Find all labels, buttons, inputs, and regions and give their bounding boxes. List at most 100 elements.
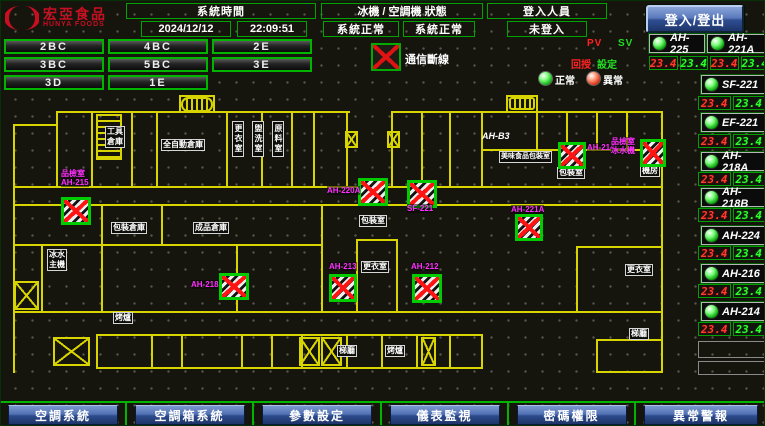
room-label: 原料室 xyxy=(272,121,284,157)
unit-ah-214[interactable]: AH-214 xyxy=(701,302,765,321)
unit-ah-224[interactable]: AH-224 xyxy=(701,226,765,245)
nav-cell: 密碼權限 xyxy=(509,401,636,426)
floor-button-4bc[interactable]: 4BC xyxy=(108,39,208,54)
disconnect-indicator xyxy=(61,197,91,225)
room-label: 盥洗室 xyxy=(252,121,264,157)
disconnect-indicator xyxy=(358,178,388,206)
wall-segment xyxy=(506,95,508,111)
unit-ef-221[interactable]: EF-221 xyxy=(701,113,765,132)
nav-hvac-system[interactable]: 空調系統 xyxy=(8,405,117,425)
floor-button-2e[interactable]: 2E xyxy=(212,39,312,54)
wall-segment xyxy=(213,95,215,111)
floor-button-2bc[interactable]: 2BC xyxy=(4,39,104,54)
abnormal-label: 異常 xyxy=(603,72,623,87)
status-led-icon xyxy=(704,77,719,92)
status-led-icon xyxy=(704,228,719,243)
wall-segment xyxy=(101,244,323,246)
nav-ahu-system[interactable]: 空調箱系統 xyxy=(135,405,245,425)
escalator-icon xyxy=(509,97,535,110)
feedback-label: 回授 xyxy=(571,56,591,71)
wall-segment xyxy=(596,371,663,373)
sv-value: 23.4 xyxy=(733,134,765,148)
unit-name: EF-221 xyxy=(722,117,758,129)
pv-value: 23.4 xyxy=(698,246,731,260)
logo-subtitle: HUNYA FOODS xyxy=(43,21,107,29)
wall-segment xyxy=(536,111,538,149)
empty-slot xyxy=(698,361,765,375)
pv-value: 23.4 xyxy=(649,56,678,70)
nav-parameter-settings[interactable]: 參數設定 xyxy=(262,405,373,425)
pv-value: 23.4 xyxy=(698,284,731,298)
equipment-label: AH-221A xyxy=(511,205,544,214)
unit-name: AH-218B xyxy=(722,186,762,210)
disconnect-indicator xyxy=(329,274,357,302)
unit-ah-221a[interactable]: AH-221A xyxy=(707,34,765,53)
nav-cell: 參數設定 xyxy=(254,401,382,426)
wall-segment xyxy=(449,334,451,369)
time-value: 22:09:51 xyxy=(237,21,307,37)
room-label: 冰水 主機 xyxy=(47,249,67,271)
floor-button-3d[interactable]: 3D xyxy=(4,75,104,90)
company-logo: 宏亞食品 HUNYA FOODS xyxy=(5,3,107,33)
floor-button-1e[interactable]: 1E xyxy=(108,75,208,90)
wall-segment xyxy=(421,111,423,188)
nav-meter-monitoring[interactable]: 儀表監視 xyxy=(390,405,500,425)
wall-segment xyxy=(536,95,538,111)
wall-segment xyxy=(416,334,418,369)
floor-button-5bc[interactable]: 5BC xyxy=(108,57,208,72)
wall-segment xyxy=(101,204,103,311)
wall-segment xyxy=(576,246,663,248)
wall-segment xyxy=(576,246,578,311)
unit-values: 23.4 23.4 xyxy=(698,134,765,148)
wall-segment xyxy=(13,244,103,246)
unit-name: AH-216 xyxy=(722,268,760,280)
nav-abnormal-alarm[interactable]: 異常警報 xyxy=(644,405,758,425)
floor-button-3bc[interactable]: 3BC xyxy=(4,57,104,72)
pv-value: 23.4 xyxy=(698,96,731,110)
unit-ah-225[interactable]: AH-225 xyxy=(649,34,705,53)
pv-value: 23.4 xyxy=(698,208,731,222)
wall-segment xyxy=(96,367,483,369)
status-led-icon xyxy=(704,190,719,205)
unit-ah-218b[interactable]: AH-218B xyxy=(701,188,765,207)
unit-name: AH-221A xyxy=(728,32,762,56)
wall-segment xyxy=(131,111,133,188)
wall-segment xyxy=(313,111,315,188)
login-user-label: 登入人員 xyxy=(487,3,607,19)
unit-ah-218a[interactable]: AH-218A xyxy=(701,152,765,171)
wall-segment xyxy=(13,311,663,313)
disconnect-legend-icon xyxy=(371,43,401,71)
login-logout-button[interactable]: 登入/登出 xyxy=(646,5,744,33)
room-label: 包裝室 xyxy=(359,215,387,227)
status-led-icon xyxy=(704,266,719,281)
unit-values: 23.4 23.4 23.4 23.4 xyxy=(649,56,765,70)
wall-segment xyxy=(356,239,398,241)
unit-values: 23.4 23.4 xyxy=(698,246,765,260)
wall-segment xyxy=(381,334,383,369)
wall-segment xyxy=(161,204,163,246)
equipment-label: AH-213 xyxy=(329,262,357,271)
room-label: 更衣室 xyxy=(361,261,389,273)
disconnect-indicator xyxy=(515,214,543,241)
wall-segment xyxy=(596,339,598,373)
wall-segment xyxy=(181,334,183,369)
wall-segment xyxy=(241,334,243,369)
wall-segment xyxy=(346,111,348,188)
unit-ah-216[interactable]: AH-216 xyxy=(701,264,765,283)
disconnect-indicator xyxy=(558,142,586,169)
unit-name: AH-225 xyxy=(670,32,702,56)
status-led-icon xyxy=(704,304,719,319)
unit-sf-221[interactable]: SF-221 xyxy=(701,75,765,94)
status-led-icon xyxy=(704,115,719,130)
sv-value: 23.4 xyxy=(680,56,709,70)
door-x-icon xyxy=(53,337,90,366)
sv-value: 23.4 xyxy=(733,96,765,110)
unit-values: 23.4 23.4 xyxy=(698,96,765,110)
sv-value: 23.4 xyxy=(733,172,765,186)
wall-segment xyxy=(391,111,663,113)
nav-password-permission[interactable]: 密碼權限 xyxy=(517,405,627,425)
floor-button-3e[interactable]: 3E xyxy=(212,57,312,72)
door-x-icon xyxy=(299,337,320,366)
room-label: 烤爐 xyxy=(385,345,405,357)
unit-values: 23.4 23.4 xyxy=(698,172,765,186)
